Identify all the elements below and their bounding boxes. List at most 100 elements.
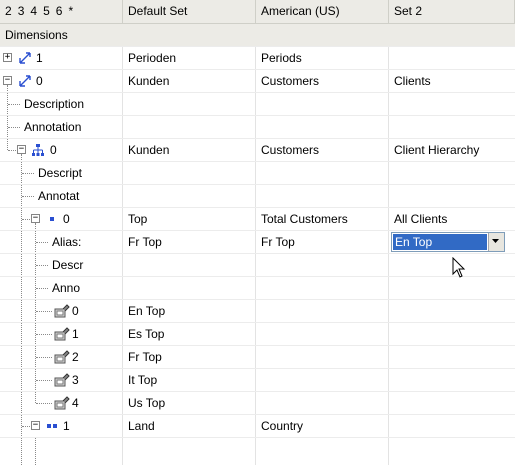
table-row[interactable]: − 0 Top Total Customers All Clients <box>0 208 515 231</box>
american-cell[interactable] <box>256 392 389 414</box>
default-set-cell[interactable]: Es Top <box>123 323 256 345</box>
american-cell <box>256 438 389 465</box>
expand-icon[interactable]: + <box>3 53 12 62</box>
set-2-cell[interactable]: Clients <box>389 70 515 92</box>
set-2-cell[interactable]: Client Hierarchy <box>389 139 515 161</box>
level-6-button[interactable]: 6 <box>56 4 63 18</box>
default-set-cell[interactable]: Fr Top <box>123 346 256 368</box>
set-2-cell[interactable] <box>389 162 515 184</box>
american-cell[interactable]: Customers <box>256 70 389 92</box>
default-set-cell[interactable]: Us Top <box>123 392 256 414</box>
tree-cell: − 1 <box>0 415 123 437</box>
alias-icon <box>54 327 70 341</box>
default-set-cell[interactable]: Kunden <box>123 70 256 92</box>
tree-label: Descr <box>52 258 84 272</box>
default-set-cell[interactable]: En Top <box>123 300 256 322</box>
american-cell[interactable] <box>256 254 389 276</box>
alias-dropdown[interactable]: En Top <box>391 232 505 252</box>
set-2-cell[interactable] <box>389 93 515 115</box>
american-cell[interactable]: Total Customers <box>256 208 389 230</box>
set-2-cell[interactable] <box>389 185 515 207</box>
column-header-american-us[interactable]: American (US) <box>256 0 389 23</box>
collapse-icon[interactable]: − <box>31 421 40 430</box>
american-cell[interactable]: Country <box>256 415 389 437</box>
table-row[interactable]: Alias: Fr Top Fr Top En Top <box>0 231 515 254</box>
collapse-icon[interactable]: − <box>31 214 40 223</box>
tree-cell: Anno <box>0 277 123 299</box>
default-set-cell[interactable] <box>123 116 256 138</box>
default-set-cell[interactable]: Top <box>123 208 256 230</box>
level-all-button[interactable]: * <box>68 4 73 18</box>
dropdown-button[interactable] <box>488 233 504 251</box>
american-cell[interactable]: Periods <box>256 47 389 69</box>
set-2-cell[interactable] <box>389 116 515 138</box>
tree-label: Annotat <box>38 189 80 203</box>
alias-icon <box>54 350 70 364</box>
table-row[interactable]: 0 En Top <box>0 300 515 323</box>
american-cell[interactable]: Fr Top <box>256 231 389 253</box>
set-2-cell[interactable] <box>389 392 515 414</box>
collapse-icon[interactable]: − <box>3 76 12 85</box>
default-set-cell[interactable] <box>123 277 256 299</box>
set-2-cell[interactable] <box>389 300 515 322</box>
set-2-cell[interactable] <box>389 415 515 437</box>
default-set-cell[interactable] <box>123 185 256 207</box>
set-2-cell[interactable] <box>389 346 515 368</box>
table-row[interactable]: Description <box>0 93 515 116</box>
tree-cell: 2 <box>0 346 123 368</box>
american-cell[interactable]: Customers <box>256 139 389 161</box>
translation-grid: 2 3 4 5 6 * Default Set American (US) Set 2 D… <box>0 0 515 465</box>
section-label: Dimensions <box>5 28 68 42</box>
column-header-default-set[interactable]: Default Set <box>123 0 256 23</box>
american-cell[interactable] <box>256 369 389 391</box>
american-cell[interactable] <box>256 116 389 138</box>
table-row[interactable]: − 1 Land Country <box>0 415 515 438</box>
tree-cell: + 1 <box>0 47 123 69</box>
alias-icon <box>54 304 70 318</box>
level-5-button[interactable]: 5 <box>43 4 50 18</box>
level-3-button[interactable]: 3 <box>18 4 25 18</box>
dropdown-selected-value[interactable]: En Top <box>393 234 487 250</box>
set-2-cell[interactable]: All Clients <box>389 208 515 230</box>
column-header-set-2[interactable]: Set 2 <box>389 0 515 23</box>
american-cell[interactable] <box>256 93 389 115</box>
default-set-cell[interactable]: Fr Top <box>123 231 256 253</box>
hierarchy-icon <box>32 144 44 156</box>
set-2-cell[interactable] <box>389 277 515 299</box>
level-2-button[interactable]: 2 <box>5 4 12 18</box>
tree-label: Description <box>24 97 85 111</box>
american-cell[interactable] <box>256 162 389 184</box>
american-cell[interactable] <box>256 185 389 207</box>
table-row[interactable]: − 0 Kunden Customers Client Hierarchy <box>0 139 515 162</box>
table-row[interactable]: Descript <box>0 162 515 185</box>
set-2-cell[interactable] <box>389 47 515 69</box>
level-4-button[interactable]: 4 <box>30 4 37 18</box>
default-set-cell[interactable] <box>123 162 256 184</box>
american-cell[interactable] <box>256 346 389 368</box>
default-set-cell[interactable]: It Top <box>123 369 256 391</box>
default-set-cell[interactable]: Perioden <box>123 47 256 69</box>
table-row[interactable]: 3 It Top <box>0 369 515 392</box>
american-cell[interactable] <box>256 323 389 345</box>
table-row[interactable]: Descr <box>0 254 515 277</box>
table-row[interactable]: Annotat <box>0 185 515 208</box>
tree-cell: − 0 <box>0 70 123 92</box>
default-set-cell[interactable]: Land <box>123 415 256 437</box>
collapse-icon[interactable]: − <box>17 145 26 154</box>
default-set-cell[interactable] <box>123 93 256 115</box>
table-row[interactable]: 4 Us Top <box>0 392 515 415</box>
american-cell[interactable] <box>256 300 389 322</box>
table-row[interactable]: − 0 Kunden Customers Clients <box>0 70 515 93</box>
table-row[interactable]: 2 Fr Top <box>0 346 515 369</box>
table-row[interactable]: Anno <box>0 277 515 300</box>
default-set-cell[interactable] <box>123 254 256 276</box>
table-row[interactable]: Annotation <box>0 116 515 139</box>
level-icon <box>47 424 57 428</box>
default-set-cell[interactable]: Kunden <box>123 139 256 161</box>
table-row[interactable]: + 1 Perioden Periods <box>0 47 515 70</box>
set-2-cell[interactable] <box>389 323 515 345</box>
table-row[interactable]: 1 Es Top <box>0 323 515 346</box>
set-2-cell[interactable] <box>389 369 515 391</box>
american-cell[interactable] <box>256 277 389 299</box>
tree-cell: 1 <box>0 323 123 345</box>
